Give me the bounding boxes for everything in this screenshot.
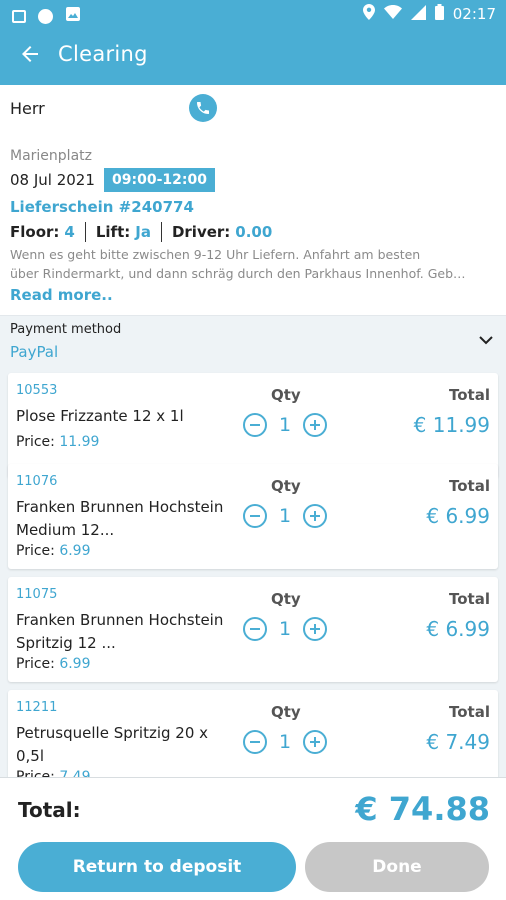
chevron-down-icon[interactable]: [478, 332, 494, 348]
plus-circle-icon[interactable]: [303, 413, 327, 437]
qty-label: Qty: [271, 703, 301, 721]
price-value: 7.49: [59, 769, 91, 777]
payment-method-label: Payment method: [10, 322, 122, 337]
qty-label: Qty: [271, 477, 301, 495]
read-more-link[interactable]: Read more..: [10, 286, 113, 304]
price-label: Price:: [16, 769, 55, 777]
delivery-meta: Floor: 4 Lift: Ja Driver: 0.00: [10, 222, 272, 242]
divider: [160, 222, 162, 242]
battery-icon: [434, 4, 444, 24]
total-label: Total: [449, 386, 490, 404]
wifi-icon: [383, 5, 402, 23]
item-code: 11211: [16, 700, 58, 715]
image-icon: [12, 9, 26, 23]
item-total: € 6.99: [426, 617, 490, 641]
item-total: € 6.99: [426, 504, 490, 528]
street: Marienplatz: [10, 148, 92, 164]
time-slot-badge: 09:00-12:00: [104, 168, 215, 192]
notes-line: über Rindermarkt, und dann schräg durch …: [10, 266, 466, 281]
item-name: Plose Frizzante 12 x 1l: [16, 407, 184, 425]
item-price: Price: 7.49: [16, 769, 91, 777]
signal-icon: [410, 4, 426, 24]
footer: Total: € 74.88 Return to deposit Done: [0, 777, 506, 900]
driver-label: Driver:: [171, 223, 231, 241]
lift-label: Lift:: [95, 223, 131, 241]
item-name: Petrusquelle Spritzig 20 x 0,5l: [16, 724, 209, 765]
qty-label: Qty: [271, 590, 301, 608]
quantity-stepper: 1: [243, 413, 327, 437]
list-item: 11076 Franken Brunnen Hochstein Medium 1…: [8, 464, 498, 569]
list-item: 11211 Petrusquelle Spritzig 20 x 0,5l Pr…: [8, 690, 498, 777]
item-price: Price: 6.99: [16, 543, 91, 559]
item-price: Price: 11.99: [16, 434, 99, 450]
minus-circle-icon[interactable]: [243, 504, 267, 528]
status-time: 02:17: [452, 5, 496, 23]
minus-circle-icon[interactable]: [243, 617, 267, 641]
qty-label: Qty: [271, 386, 301, 404]
items-list[interactable]: 10553 Plose Frizzante 12 x 1l Price: 11.…: [0, 367, 506, 777]
price-value: 6.99: [59, 656, 91, 672]
quantity-stepper: 1: [243, 504, 327, 528]
customer-name: Herr: [10, 99, 45, 118]
divider: [84, 222, 86, 242]
floor-value: 4: [64, 223, 75, 241]
price-value: 6.99: [59, 543, 91, 559]
item-name: Franken Brunnen Hochstein Spritzig 12 ..…: [16, 611, 224, 652]
payment-method-value: PayPal: [10, 343, 59, 361]
quantity-stepper: 1: [243, 730, 327, 754]
list-item: 11075 Franken Brunnen Hochstein Spritzig…: [8, 577, 498, 682]
price-label: Price:: [16, 656, 55, 672]
lieferschein-number[interactable]: Lieferschein #240774: [10, 198, 194, 216]
price-label: Price:: [16, 543, 55, 559]
quantity-stepper: 1: [243, 617, 327, 641]
photo-icon: [65, 6, 81, 26]
item-total: € 11.99: [413, 413, 490, 437]
qty-value: 1: [278, 505, 292, 527]
total-label: Total: [449, 590, 490, 608]
qty-value: 1: [278, 731, 292, 753]
plus-circle-icon[interactable]: [303, 617, 327, 641]
done-button[interactable]: Done: [305, 842, 489, 892]
phone-icon[interactable]: [189, 94, 217, 122]
circle-icon: [38, 8, 53, 24]
grand-total-value: € 74.88: [355, 790, 490, 828]
page-title: Clearing: [58, 42, 148, 66]
notes-line: Wenn es geht bitte zwischen 9-12 Uhr Lie…: [10, 247, 421, 262]
item-total: € 7.49: [426, 730, 490, 754]
item-name: Franken Brunnen Hochstein Medium 12...: [16, 498, 224, 539]
item-price: Price: 6.99: [16, 656, 91, 672]
app-bar: Clearing: [0, 28, 506, 85]
delivery-date: 08 Jul 2021: [10, 171, 95, 189]
status-bar: 02:17: [0, 0, 506, 28]
grand-total-label: Total:: [18, 798, 81, 822]
payment-method-select[interactable]: Payment method PayPal: [0, 315, 506, 367]
item-code: 11076: [16, 474, 58, 489]
plus-circle-icon[interactable]: [303, 730, 327, 754]
plus-circle-icon[interactable]: [303, 504, 327, 528]
minus-circle-icon[interactable]: [243, 413, 267, 437]
qty-value: 1: [278, 414, 292, 436]
total-label: Total: [449, 703, 490, 721]
qty-value: 1: [278, 618, 292, 640]
driver-value: 0.00: [235, 223, 273, 241]
minus-circle-icon[interactable]: [243, 730, 267, 754]
list-item: 10553 Plose Frizzante 12 x 1l Price: 11.…: [8, 373, 498, 478]
total-label: Total: [449, 477, 490, 495]
back-arrow-icon[interactable]: [18, 42, 42, 66]
location-icon: [362, 4, 375, 24]
delivery-notes: Wenn es geht bitte zwischen 9-12 Uhr Lie…: [10, 245, 498, 283]
price-value: 11.99: [59, 434, 100, 450]
lift-value: Ja: [135, 223, 151, 241]
return-to-deposit-button[interactable]: Return to deposit: [18, 842, 296, 892]
item-code: 10553: [16, 383, 58, 398]
price-label: Price:: [16, 434, 55, 450]
item-code: 11075: [16, 587, 58, 602]
floor-label: Floor:: [10, 223, 60, 241]
order-info: Herr Marienplatz 08 Jul 2021 09:00-12:00…: [0, 85, 506, 315]
